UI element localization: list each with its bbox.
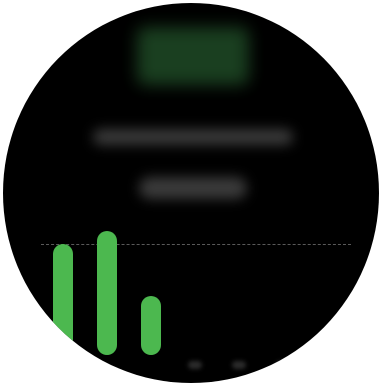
blurred-caption bbox=[93, 129, 293, 145]
chart-empty-slot bbox=[232, 361, 246, 369]
watch-face bbox=[3, 3, 379, 383]
screen bbox=[0, 0, 382, 385]
chart-bar bbox=[97, 231, 117, 355]
chart-empty-slot bbox=[276, 361, 290, 369]
blurred-action-button[interactable] bbox=[139, 177, 247, 199]
goal-line bbox=[41, 244, 351, 245]
chart-bar bbox=[141, 296, 161, 355]
chart-empty-slot bbox=[188, 361, 202, 369]
blurred-daily-total bbox=[137, 27, 249, 85]
chart-bar bbox=[53, 244, 73, 355]
